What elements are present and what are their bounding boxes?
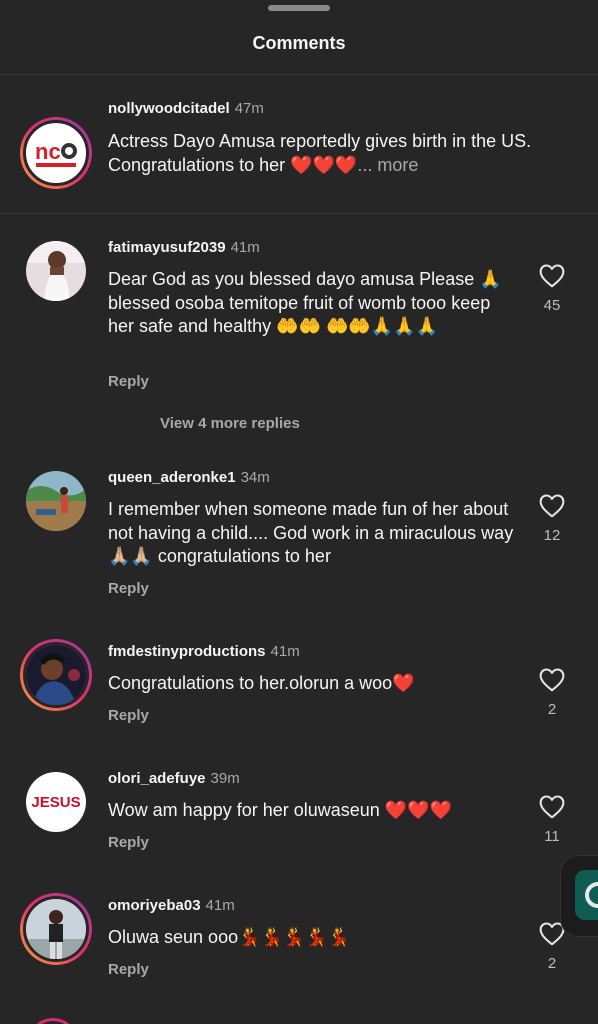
comment-avatar[interactable] [20,639,92,711]
svg-text:nc: nc [35,139,61,164]
heart-outline-icon [539,264,565,288]
floating-chat-button[interactable] [560,855,598,937]
reply-button[interactable]: Reply [108,961,149,978]
comment-time: 41m [205,897,235,914]
comment-text: I remember when someone made fun of her … [108,499,514,566]
whatsapp-icon [575,870,598,920]
like-count: 45 [543,297,561,314]
comment-author[interactable]: olori_adefuye 39m [108,770,240,787]
comment-username[interactable]: queen_aderonke1 [108,469,236,486]
avatar-photo [26,471,86,531]
drag-handle[interactable] [268,5,330,11]
next-comment-avatar[interactable] [28,1018,78,1024]
reply-button[interactable]: Reply [108,373,149,390]
comment-username[interactable]: olori_adefuye [108,770,206,787]
comment-avatar[interactable] [20,893,92,965]
view-more-replies[interactable]: View 4 more replies [160,415,300,432]
comments-sheet: Comments nc nollywoodcitadel 47m Actress … [0,0,598,1024]
avatar-photo [26,241,86,301]
comment-author[interactable]: fatimayusuf2039 41m [108,239,260,256]
comment-avatar[interactable] [26,471,86,531]
like-button[interactable]: 45 [537,263,567,314]
heart-outline-icon [539,668,565,692]
comment-username[interactable]: omoriyeba03 [108,897,201,914]
like-button[interactable]: 12 [537,493,567,544]
heart-outline-icon [539,494,565,518]
comment-time: 34m [240,469,270,486]
comment-time: 39m [210,770,240,787]
reply-button[interactable]: Reply [108,834,149,851]
reply-button[interactable]: Reply [108,707,149,724]
comment-time: 41m [230,239,260,256]
comment-username[interactable]: fmdestinyproductions [108,643,266,660]
comment-text: Wow am happy for her oluwaseun ❤️❤️❤️ [108,800,453,820]
like-count: 11 [544,828,560,845]
comment-time: 41m [270,643,300,660]
caption-time: 47m [234,100,264,117]
header-divider [0,74,598,75]
heart-outline-icon [539,795,565,819]
like-count: 2 [547,701,557,718]
avatar-photo [26,899,86,959]
comment-author[interactable]: queen_aderonke1 34m [108,469,270,486]
nollywoodcitadel-logo: nc [35,139,77,167]
comment-author[interactable]: omoriyeba03 41m [108,897,235,914]
like-count: 12 [543,527,561,544]
avatar-photo: JESUS [31,794,80,811]
caption-more-link[interactable]: ... more [357,155,418,175]
comment-author[interactable]: fmdestinyproductions 41m [108,643,300,660]
avatar-photo [26,645,86,705]
caption-author[interactable]: nollywoodcitadel 47m [108,100,264,117]
caption-body: Actress Dayo Amusa reportedly gives birt… [108,131,532,175]
like-count: 2 [547,955,557,972]
caption-avatar[interactable]: nc [20,117,92,189]
caption-text: Actress Dayo Amusa reportedly gives birt… [108,130,578,177]
comment-text: Congratulations to her.olorun a woo❤️ [108,673,415,693]
like-button[interactable]: 2 [537,667,567,718]
caption-username[interactable]: nollywoodcitadel [108,100,230,117]
like-button[interactable]: 11 [537,794,567,845]
comment-avatar[interactable] [26,241,86,301]
comment-text: Oluwa seun ooo💃💃💃💃💃 [108,927,351,947]
caption-divider [0,213,598,214]
page-title: Comments [252,33,346,53]
comment-avatar[interactable]: JESUS [26,772,86,832]
reply-button[interactable]: Reply [108,580,149,597]
comment-username[interactable]: fatimayusuf2039 [108,239,226,256]
comment-text: Dear God as you blessed dayo amusa Pleas… [108,269,502,336]
avatar-text: JESUS [31,794,80,811]
